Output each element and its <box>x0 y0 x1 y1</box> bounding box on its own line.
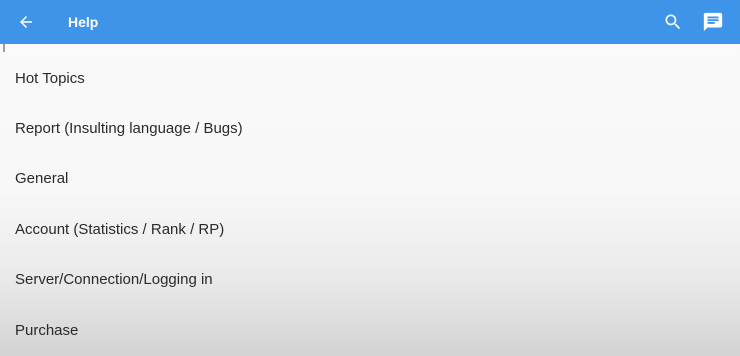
search-button[interactable] <box>653 0 693 44</box>
arrow-left-icon <box>20 16 32 28</box>
chat-message-icon <box>703 12 723 32</box>
help-topic-account[interactable]: Account (Statistics / Rank / RP) <box>0 204 740 254</box>
back-button[interactable] <box>0 0 52 44</box>
chat-button[interactable] <box>693 0 733 44</box>
help-screen: Help Hot Topics Report (Insulting langua… <box>0 0 740 356</box>
search-icon <box>665 14 681 30</box>
list-item-label: General <box>15 170 69 188</box>
page-title: Help <box>68 14 99 30</box>
help-topic-hot-topics[interactable]: Hot Topics <box>0 53 740 103</box>
list-item-label: Hot Topics <box>15 69 85 87</box>
list-item-label: Report (Insulting language / Bugs) <box>15 120 243 138</box>
help-topic-general[interactable]: General <box>0 154 740 204</box>
help-topics-list: Hot Topics Report (Insulting language / … <box>0 53 740 355</box>
help-topic-server-connection[interactable]: Server/Connection/Logging in <box>0 255 740 305</box>
app-bar: Help <box>0 0 740 44</box>
list-item-label: Account (Statistics / Rank / RP) <box>15 220 225 238</box>
list-item-label: Purchase <box>15 321 79 339</box>
help-topic-report[interactable]: Report (Insulting language / Bugs) <box>0 103 740 153</box>
list-item-label: Server/Connection/Logging in <box>15 271 213 289</box>
help-topic-purchase[interactable]: Purchase <box>0 305 740 355</box>
scroll-edge-indicator <box>3 44 5 52</box>
